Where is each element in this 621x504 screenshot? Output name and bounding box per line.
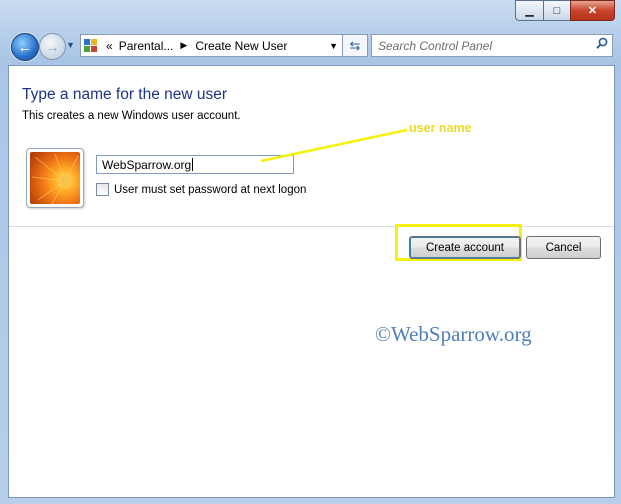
breadcrumb-item-create-new-user[interactable]: Create New User xyxy=(195,39,287,53)
breadcrumb-separator-icon[interactable]: ▶ xyxy=(180,40,187,51)
forward-arrow-icon[interactable]: → xyxy=(39,33,66,60)
breadcrumb-overflow[interactable]: « xyxy=(106,39,113,53)
search-placeholder: Search Control Panel xyxy=(378,38,493,53)
caption-buttons: ▁ □ ✕ xyxy=(515,0,615,21)
window-frame: ▁ □ ✕ ← → ▼ « Parental... ▶ Create New U… xyxy=(0,0,621,504)
annotation-label: user name xyxy=(409,121,472,135)
content-pane: Type a name for the new user This create… xyxy=(8,65,615,498)
maximize-button[interactable]: □ xyxy=(543,0,570,21)
minimize-button[interactable]: ▁ xyxy=(515,0,543,21)
recent-pages-dropdown-icon[interactable]: ▼ xyxy=(66,40,75,50)
search-input[interactable]: Search Control Panel xyxy=(371,34,613,57)
close-button[interactable]: ✕ xyxy=(570,0,615,21)
refresh-icon[interactable]: ⇆ xyxy=(342,34,368,57)
annotation-arrow xyxy=(260,128,408,163)
address-dropdown-icon[interactable]: ▼ xyxy=(329,41,338,51)
search-icon[interactable] xyxy=(596,37,608,49)
watermark: ©WebSparrow.org xyxy=(375,322,532,346)
control-panel-icon xyxy=(84,38,100,53)
address-bar[interactable]: « Parental... ▶ Create New User ▼ xyxy=(80,34,344,57)
back-arrow-icon[interactable]: ← xyxy=(11,33,39,61)
breadcrumb-item-parental[interactable]: Parental... xyxy=(119,39,174,53)
breadcrumb: « Parental... ▶ Create New User xyxy=(106,39,287,53)
